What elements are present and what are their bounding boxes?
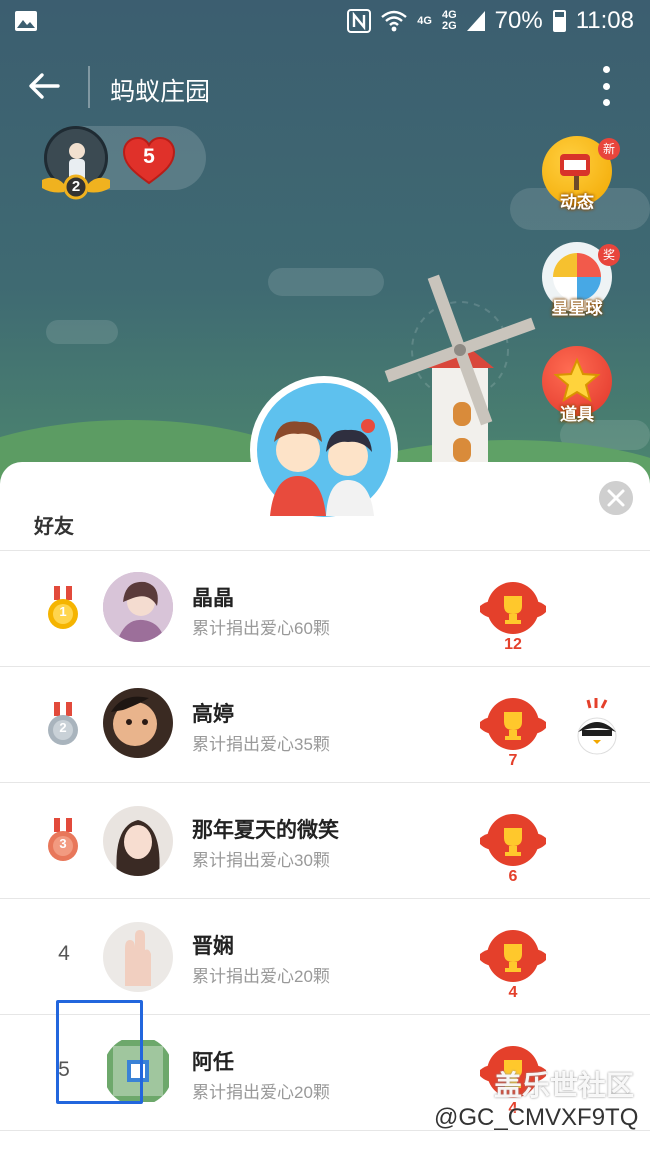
avatar[interactable] [103, 922, 173, 992]
rank-number: 4 [58, 942, 70, 965]
battery-icon [552, 10, 566, 32]
windmill-icon [384, 274, 536, 470]
friend-row[interactable]: 1 晶晶 累计捐出爱心60颗 12 [0, 550, 650, 666]
title-divider [88, 66, 90, 108]
rank-medal-number: 2 [59, 720, 67, 735]
friend-donation-text: 累计捐出爱心35颗 [192, 735, 330, 754]
close-icon[interactable] [599, 481, 633, 515]
network-type-label: 4G [417, 14, 432, 27]
star-ball-label: 星星球 [551, 299, 603, 318]
friend-name: 高婷 [192, 703, 234, 726]
friend-donation-text: 累计捐出爱心60颗 [192, 619, 330, 638]
friend-donation-text: 累计捐出爱心20颗 [192, 967, 330, 986]
title-bar: 蚂蚁庄园 [0, 44, 650, 132]
friend-row[interactable]: 3 那年夏天的微笑 累计捐出爱心30颗 6 [0, 782, 650, 898]
arrow-left-icon[interactable] [24, 66, 64, 106]
avatar[interactable] [103, 806, 173, 876]
new-badge: 新 [598, 138, 620, 160]
clock: 11:08 [575, 7, 634, 34]
friend-name: 晶晶 [192, 587, 234, 610]
trophy-count: 6 [508, 868, 518, 885]
heart-count: 5 [143, 145, 155, 168]
trophy-icon [480, 930, 546, 982]
avatar[interactable] [103, 688, 173, 758]
trophy-count: 4 [508, 984, 518, 1001]
trophy-count: 12 [504, 636, 522, 653]
level-number: 2 [71, 178, 81, 195]
friend-name: 阿任 [192, 1051, 234, 1074]
more-vertical-icon[interactable] [596, 66, 616, 106]
network-type-label-3: 2G [441, 20, 457, 32]
watermark-handle: @GC_CMVXF9TQ [434, 1104, 639, 1131]
image-icon [15, 11, 37, 31]
friend-name: 那年夏天的微笑 [192, 819, 339, 842]
friends-icon [250, 376, 398, 524]
battery-percent: 70% [494, 7, 543, 34]
reward-badge: 奖 [598, 244, 620, 266]
watermark-brand: 盖乐世社区 [494, 1070, 635, 1101]
friend-row[interactable]: 2 高婷 累计捐出爱心35颗 7 [0, 666, 650, 782]
nfc-icon [347, 9, 372, 33]
avatar[interactable] [103, 572, 173, 642]
wifi-icon [381, 10, 408, 32]
trophy-icon [480, 582, 546, 634]
highlight-box [56, 1000, 143, 1104]
props-label: 道具 [560, 405, 594, 424]
status-bar: 4G 4G 2G 70% 11:08 [0, 0, 650, 44]
signal-icon [466, 11, 485, 31]
rank-medal-number: 3 [59, 836, 67, 851]
friends-tab[interactable]: 好友 [34, 510, 74, 539]
thief-chick-icon[interactable] [574, 694, 620, 756]
friend-name: 晋娴 [192, 935, 234, 958]
friend-donation-text: 累计捐出爱心30颗 [192, 851, 330, 870]
page-title: 蚂蚁庄园 [110, 78, 211, 106]
trophy-icon [480, 698, 546, 750]
activity-label: 动态 [560, 193, 594, 212]
trophy-count: 7 [508, 752, 518, 769]
friend-donation-text: 累计捐出爱心20颗 [192, 1083, 330, 1102]
friend-row[interactable]: 4 晋娴 累计捐出爱心20颗 4 [0, 898, 650, 1014]
trophy-icon [480, 814, 546, 866]
rank-medal-number: 1 [59, 604, 67, 619]
